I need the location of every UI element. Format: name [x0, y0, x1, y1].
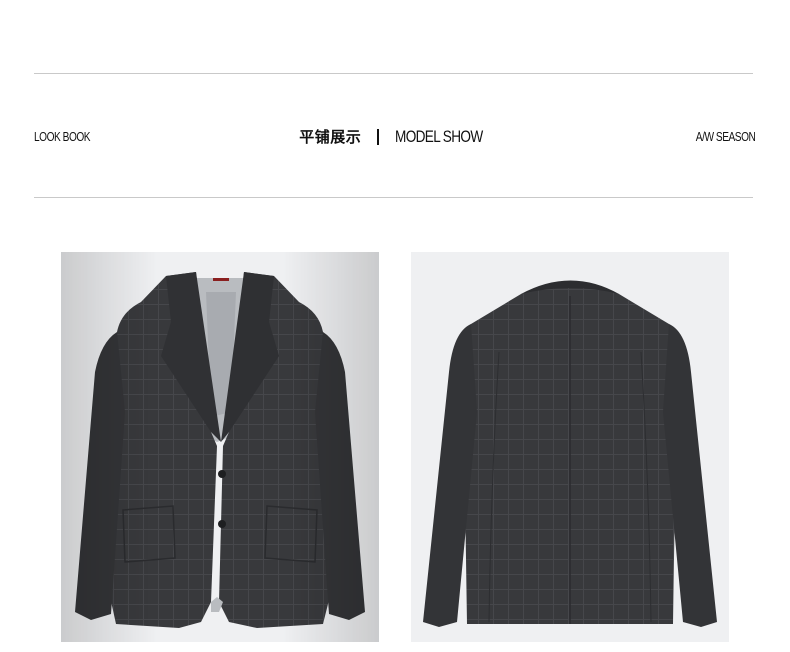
blazer-front-image — [61, 252, 379, 642]
section-title: 平铺展示 MODEL SHOW — [0, 125, 790, 149]
section-title-cn: 平铺展示 — [299, 128, 362, 146]
blazer-back-image — [411, 252, 729, 642]
section-title-en: MODEL SHOW — [395, 127, 483, 146]
bottom-divider — [34, 197, 753, 198]
top-divider — [34, 73, 753, 74]
season-label: A/W SEASON — [695, 129, 755, 144]
title-separator — [377, 129, 380, 145]
